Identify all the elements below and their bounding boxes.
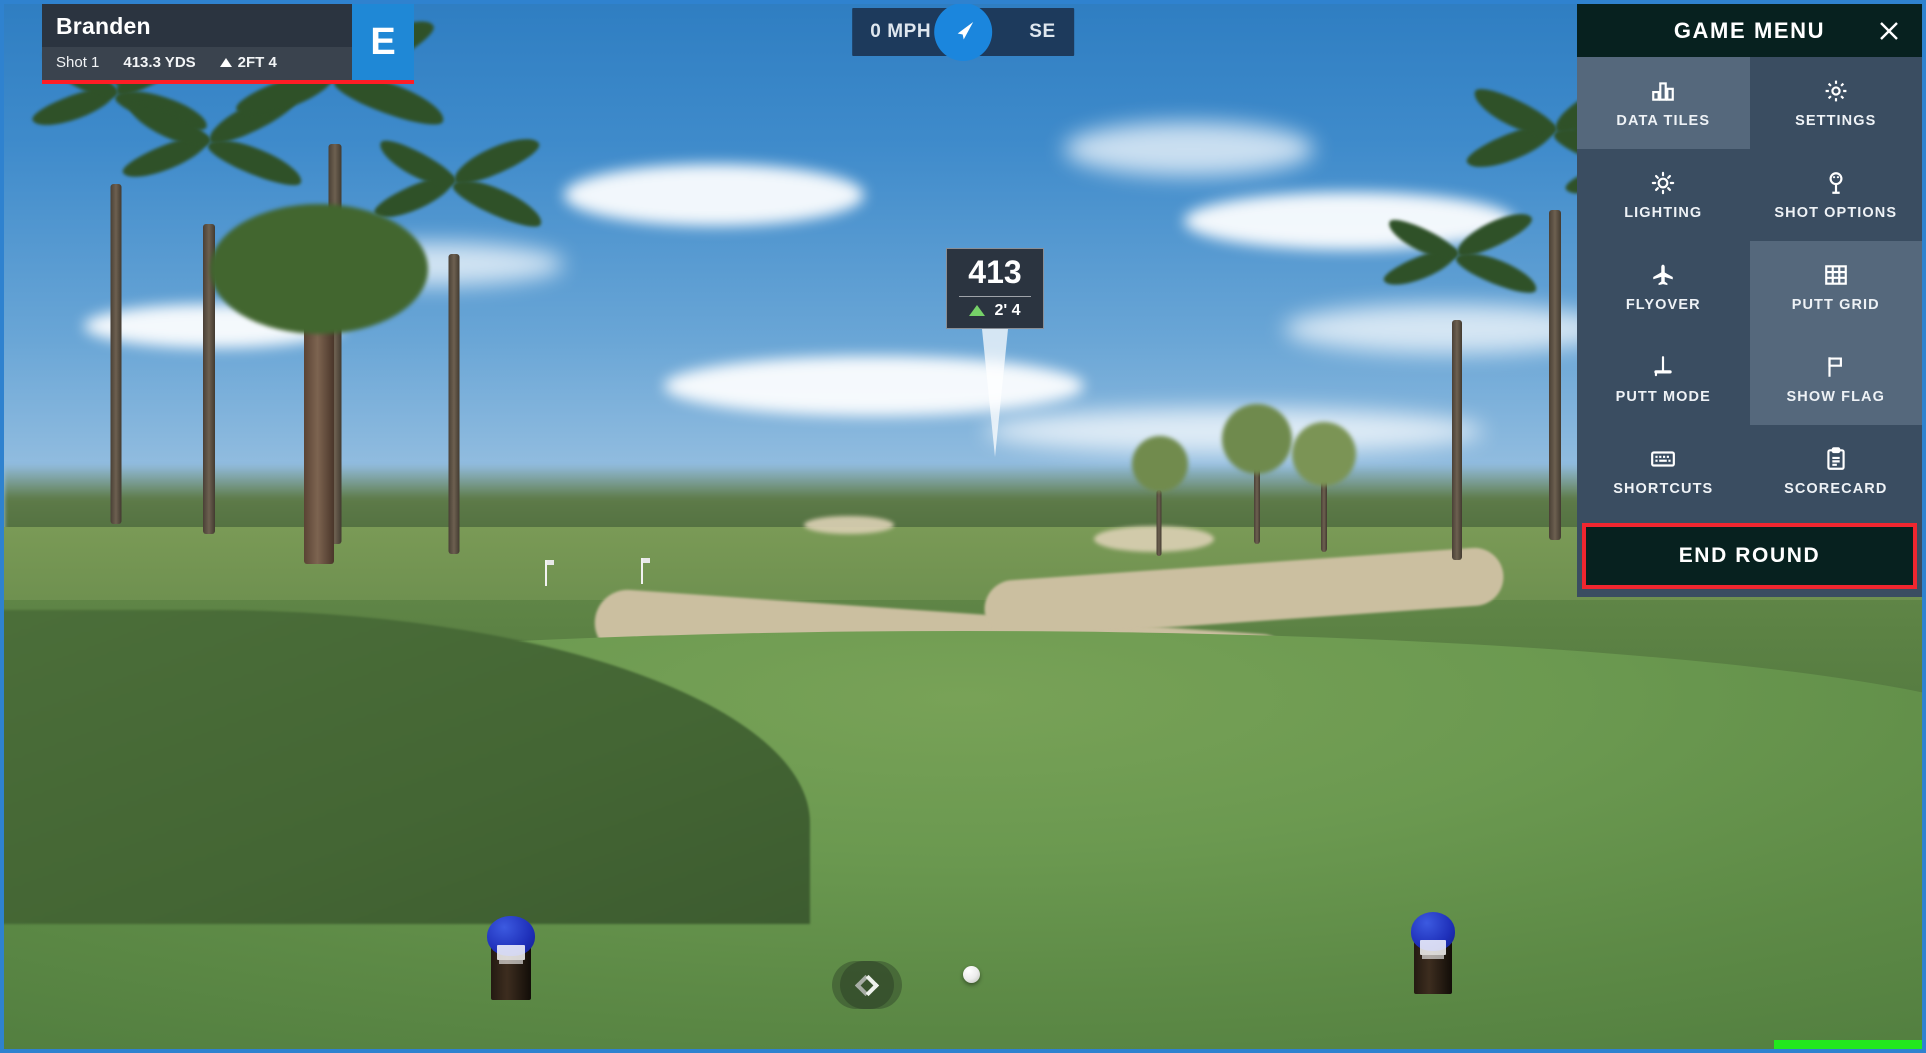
menu-item-label: DATA TILES xyxy=(1616,112,1711,129)
player-shot-stats: Shot 1 413.3 YDS 2FT 4 xyxy=(42,47,352,80)
menu-item-shot-options[interactable]: SHOT OPTIONS xyxy=(1750,149,1923,241)
distance-yards-value: 413 xyxy=(968,254,1022,290)
clipboard-icon xyxy=(1827,446,1845,470)
wind-dial xyxy=(934,4,992,61)
progress-bar xyxy=(1774,1040,1922,1049)
keyboard-icon xyxy=(1651,450,1676,467)
menu-item-label: SHOW FLAG xyxy=(1786,388,1885,405)
small-tree xyxy=(1284,422,1364,552)
game-menu-header: GAME MENU xyxy=(1577,4,1922,57)
menu-item-scorecard[interactable]: SCORECARD xyxy=(1750,425,1923,517)
menu-item-settings[interactable]: SETTINGS xyxy=(1750,57,1923,149)
flag-icon xyxy=(1828,356,1842,377)
wind-indicator[interactable]: 0 MPH SE xyxy=(852,4,1074,61)
close-icon xyxy=(1880,21,1898,40)
player-info-card[interactable]: Branden Shot 1 413.3 YDS 2FT 4 E xyxy=(42,4,414,84)
menu-item-label: PUTT MODE xyxy=(1615,388,1711,405)
marker-pointer xyxy=(982,328,1008,457)
menu-item-data-tiles[interactable]: DATA TILES xyxy=(1577,57,1750,149)
menu-item-label: SETTINGS xyxy=(1795,112,1877,129)
menu-item-label: SHOT OPTIONS xyxy=(1774,204,1898,221)
menu-item-label: FLYOVER xyxy=(1625,296,1701,313)
small-tree xyxy=(1124,436,1194,556)
distance-marker-box: 413 2' 4 xyxy=(946,248,1044,329)
golf-ball xyxy=(963,966,980,983)
compass-arrow-icon xyxy=(957,22,973,40)
shot-number-label: Shot 1 xyxy=(56,54,100,71)
shot-distance-value: 413.3 YDS xyxy=(123,54,196,71)
palm-tree xyxy=(1380,205,1542,560)
menu-item-putt-grid[interactable]: PUTT GRID xyxy=(1749,241,1922,333)
menu-item-label: SHORTCUTS xyxy=(1613,480,1714,497)
game-menu-panel: GAME MENU DATA TILES SETTINGS LIGHTING S… xyxy=(1577,4,1922,597)
chevron-right-icon xyxy=(857,974,880,996)
triangle-up-icon xyxy=(969,305,986,317)
next-view-button[interactable] xyxy=(840,961,902,1009)
elevation-readout: 2FT 4 xyxy=(219,54,277,71)
score-badge: E xyxy=(352,4,414,80)
player-name: Branden xyxy=(42,4,352,47)
banyan-tree xyxy=(204,204,434,564)
menu-item-putt-mode[interactable]: PUTT MODE xyxy=(1577,333,1750,425)
wind-direction-value: SE xyxy=(1029,21,1056,42)
menu-item-show-flag[interactable]: SHOW FLAG xyxy=(1749,333,1922,425)
flag-pin xyxy=(545,560,554,586)
menu-item-flyover[interactable]: FLYOVER xyxy=(1577,241,1750,333)
menu-item-shortcuts[interactable]: SHORTCUTS xyxy=(1577,425,1750,517)
game-menu-grid: DATA TILES SETTINGS LIGHTING SHOT OPTION… xyxy=(1577,57,1922,517)
flag-pin xyxy=(641,558,650,584)
bar-chart-icon xyxy=(1652,81,1675,101)
menu-item-lighting[interactable]: LIGHTING xyxy=(1577,149,1750,241)
player-card-body: Branden Shot 1 413.3 YDS 2FT 4 xyxy=(42,4,352,80)
gear-icon xyxy=(1825,80,1847,101)
divider xyxy=(959,295,1031,297)
triangle-up-icon xyxy=(219,58,232,67)
bunker xyxy=(804,516,894,534)
cloud xyxy=(564,164,864,226)
golf-simulator-viewport: Branden Shot 1 413.3 YDS 2FT 4 E 0 MPH S… xyxy=(0,0,1926,1053)
wind-speed-value: 0 MPH xyxy=(870,21,932,42)
menu-item-label: LIGHTING xyxy=(1624,204,1703,221)
grid-icon xyxy=(1824,264,1847,285)
marker-elevation-readout: 2' 4 xyxy=(947,302,1043,322)
menu-item-label: SCORECARD xyxy=(1784,480,1888,497)
putter-icon xyxy=(1654,355,1672,376)
sun-icon xyxy=(1651,171,1675,194)
tee-marker xyxy=(487,916,535,1000)
distance-marker[interactable]: 413 2' 4 xyxy=(946,248,1044,457)
game-menu-title: GAME MENU xyxy=(1673,17,1826,43)
airplane-icon xyxy=(1653,264,1673,285)
end-round-label: END ROUND xyxy=(1678,544,1821,567)
tee-marker xyxy=(1410,912,1456,994)
marker-elevation-value: 2' 4 xyxy=(994,301,1021,319)
cloud xyxy=(1064,122,1314,176)
elevation-value: 2FT 4 xyxy=(237,54,277,71)
golf-tee-icon xyxy=(1829,171,1843,194)
menu-item-label: PUTT GRID xyxy=(1791,296,1880,313)
end-round-button[interactable]: END ROUND xyxy=(1582,523,1917,589)
close-button[interactable] xyxy=(1876,18,1902,44)
